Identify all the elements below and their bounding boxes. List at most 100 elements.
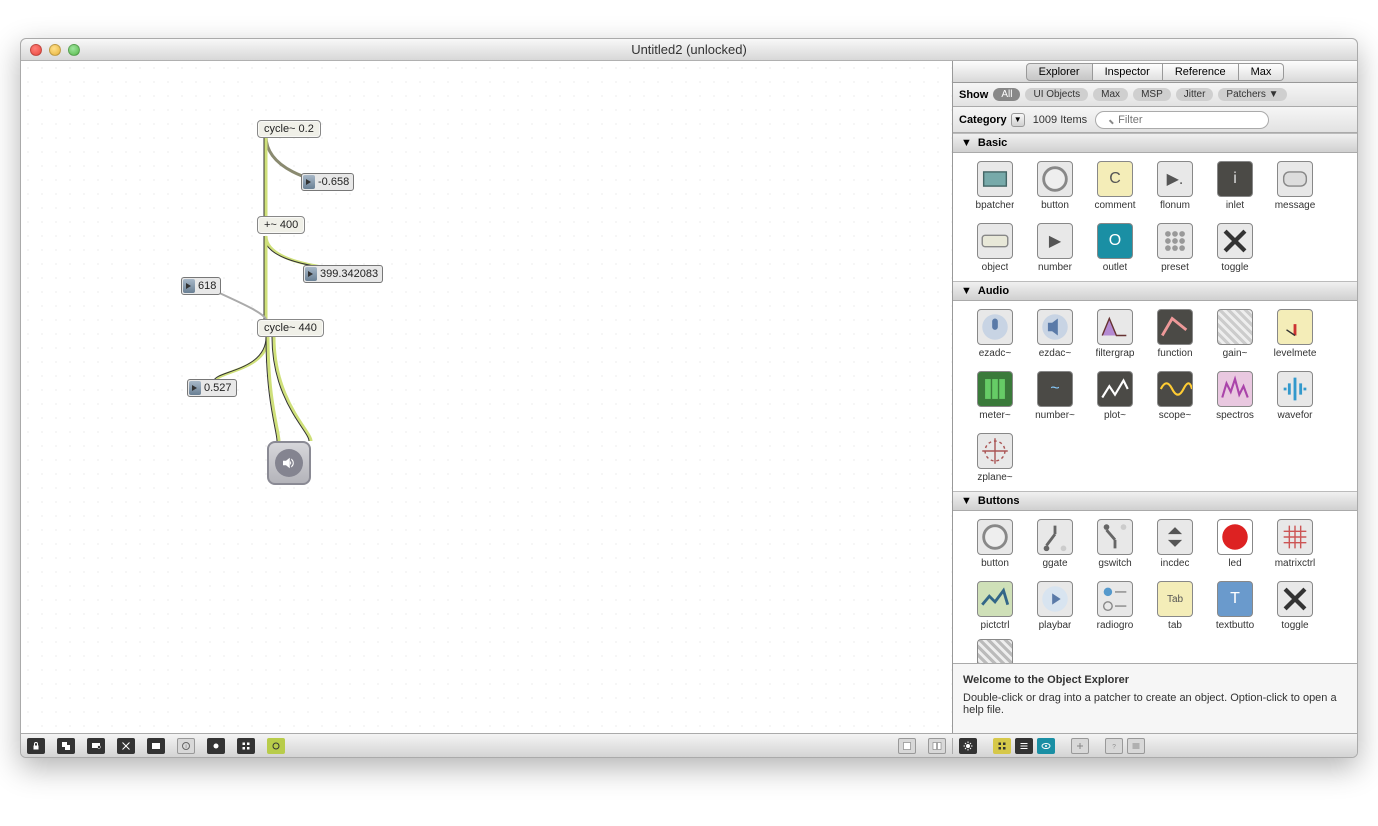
category-button[interactable]: Category▼: [959, 113, 1025, 127]
zplane-icon: [977, 433, 1013, 469]
gear-icon[interactable]: [959, 738, 977, 754]
item-meter[interactable]: meter~: [967, 371, 1023, 421]
view-single-icon[interactable]: [898, 738, 916, 754]
presentation-icon[interactable]: [87, 738, 105, 754]
ezdac-icon: [1037, 309, 1073, 345]
item-ggate[interactable]: ggate: [1027, 519, 1083, 569]
object-panel[interactable]: ▼Basic bpatcher button Ccomment ▶.flonum…: [953, 133, 1357, 663]
number-box-399[interactable]: 399.342083: [303, 265, 383, 283]
comment-icon: C: [1097, 161, 1133, 197]
filter-ui-objects[interactable]: UI Objects: [1025, 88, 1088, 101]
search-input[interactable]: [1095, 111, 1269, 129]
view-split-icon[interactable]: [928, 738, 946, 754]
tab-inspector[interactable]: Inspector: [1093, 63, 1163, 81]
item-zplane[interactable]: zplane~: [967, 433, 1023, 483]
item-ezadc[interactable]: ezadc~: [967, 309, 1023, 359]
filter-patchers[interactable]: Patchers ▼: [1218, 88, 1286, 101]
item-button2[interactable]: button: [967, 519, 1023, 569]
tab-explorer[interactable]: Explorer: [1026, 63, 1093, 81]
number-box-618[interactable]: 618: [181, 277, 221, 295]
inspector-icon[interactable]: i: [177, 738, 195, 754]
item-extra[interactable]: [967, 639, 1023, 663]
item-matrixctrl[interactable]: matrixctrl: [1267, 519, 1323, 569]
item-scope[interactable]: scope~: [1147, 371, 1203, 421]
item-playbar[interactable]: playbar: [1027, 581, 1083, 631]
object-box-cycle-02[interactable]: cycle~ 0.2: [257, 120, 321, 138]
number-box-negative[interactable]: -0.658: [301, 173, 354, 191]
item-incdec[interactable]: incdec: [1147, 519, 1203, 569]
item-button[interactable]: button: [1027, 161, 1083, 211]
section-header-audio[interactable]: ▼Audio: [953, 281, 1357, 301]
bottom-right-tools: ?: [952, 738, 1357, 754]
info-title: Welcome to the Object Explorer: [963, 674, 1347, 686]
filter-all[interactable]: All: [993, 88, 1020, 101]
object-box-cycle-440[interactable]: cycle~ 440: [257, 319, 324, 337]
item-waveform[interactable]: wavefor: [1267, 371, 1323, 421]
ezdac-object[interactable]: [267, 441, 311, 485]
outlet-icon: O: [1097, 223, 1133, 259]
playbar-icon: [1037, 581, 1073, 617]
item-textbutton[interactable]: Ttextbutto: [1207, 581, 1263, 631]
item-plot[interactable]: plot~: [1087, 371, 1143, 421]
list-view-icon[interactable]: [1015, 738, 1033, 754]
patch-cables: [21, 61, 952, 733]
item-object[interactable]: object: [967, 223, 1023, 273]
lock-icon[interactable]: [27, 738, 45, 754]
plus-icon[interactable]: [1071, 738, 1089, 754]
grid-snap-icon[interactable]: [147, 738, 165, 754]
section-header-basic[interactable]: ▼Basic: [953, 133, 1357, 153]
item-number[interactable]: ▶number: [1027, 223, 1083, 273]
debug-icon[interactable]: [207, 738, 225, 754]
chevron-down-icon: ▼: [961, 285, 972, 297]
item-spectroscope[interactable]: spectros: [1207, 371, 1263, 421]
new-object-icon[interactable]: [57, 738, 75, 754]
item-inlet[interactable]: iinlet: [1207, 161, 1263, 211]
item-bpatcher[interactable]: bpatcher: [967, 161, 1023, 211]
object-box-plus-400[interactable]: +~ 400: [257, 216, 305, 234]
item-message[interactable]: message: [1267, 161, 1323, 211]
item-outlet[interactable]: Ooutlet: [1087, 223, 1143, 273]
item-comment[interactable]: Ccomment: [1087, 161, 1143, 211]
item-levelmeter[interactable]: levelmete: [1267, 309, 1323, 359]
item-ezdac[interactable]: ezdac~: [1027, 309, 1083, 359]
section-header-buttons[interactable]: ▼Buttons: [953, 491, 1357, 511]
info-panel: Welcome to the Object Explorer Double-cl…: [953, 663, 1357, 733]
function-icon: [1157, 309, 1193, 345]
item-toggle[interactable]: toggle: [1207, 223, 1263, 273]
item-gswitch[interactable]: gswitch: [1087, 519, 1143, 569]
item-pictctrl[interactable]: pictctrl: [967, 581, 1023, 631]
grid-buttons: button ggate gswitch incdec led matrixct…: [953, 511, 1357, 639]
filter-max[interactable]: Max: [1093, 88, 1128, 101]
tab-reference[interactable]: Reference: [1163, 63, 1239, 81]
grid-icon[interactable]: [237, 738, 255, 754]
speaker-icon: [275, 449, 303, 477]
levelmeter-icon: [1277, 309, 1313, 345]
item-count: 1009 Items: [1033, 114, 1087, 126]
item-radiogroup[interactable]: radiogro: [1087, 581, 1143, 631]
menu-icon[interactable]: [1127, 738, 1145, 754]
item-filtergraph[interactable]: filtergrap: [1087, 309, 1143, 359]
grid-view-icon[interactable]: [993, 738, 1011, 754]
item-led[interactable]: led: [1207, 519, 1263, 569]
spectroscope-icon: [1217, 371, 1253, 407]
item-flonum[interactable]: ▶.flonum: [1147, 161, 1203, 211]
item-preset[interactable]: preset: [1147, 223, 1203, 273]
bottom-toolbar: i ?: [21, 733, 1357, 757]
item-toggle2[interactable]: toggle: [1267, 581, 1323, 631]
patching-mode-icon[interactable]: [117, 738, 135, 754]
patcher-canvas[interactable]: cycle~ 0.2 -0.658 +~ 400 399.342083 618 …: [21, 61, 952, 733]
item-gain[interactable]: gain~: [1207, 309, 1263, 359]
item-numbersig[interactable]: ~number~: [1027, 371, 1083, 421]
item-function[interactable]: function: [1147, 309, 1203, 359]
filter-msp[interactable]: MSP: [1133, 88, 1171, 101]
scope-icon: [1157, 371, 1193, 407]
eye-icon[interactable]: [1037, 738, 1055, 754]
help-icon[interactable]: ?: [1105, 738, 1123, 754]
bottom-left-tools: i: [21, 738, 952, 754]
item-tab[interactable]: Tabtab: [1147, 581, 1203, 631]
number-box-0527[interactable]: 0.527: [187, 379, 237, 397]
filter-jitter[interactable]: Jitter: [1176, 88, 1214, 101]
bpatcher-icon: [977, 161, 1013, 197]
audio-power-icon[interactable]: [267, 738, 285, 754]
tab-max[interactable]: Max: [1239, 63, 1285, 81]
